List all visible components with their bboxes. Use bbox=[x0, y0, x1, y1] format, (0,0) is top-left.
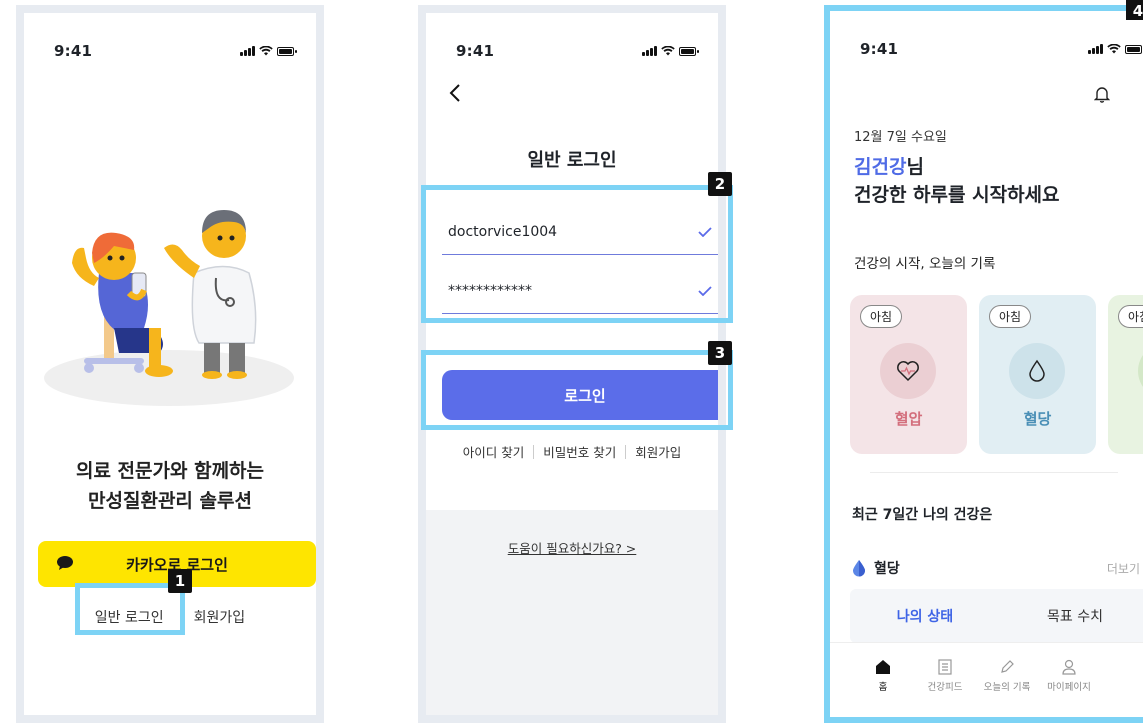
signal-icon bbox=[240, 46, 255, 56]
general-login-link[interactable]: 일반 로그인 bbox=[85, 599, 174, 635]
nav-label: 마이페이지 bbox=[1047, 682, 1091, 693]
headline-line-1: 의료 전문가와 함께하는 bbox=[75, 460, 265, 482]
time-chip: 아침 bbox=[860, 305, 903, 328]
chat-bubble-icon bbox=[57, 556, 73, 570]
nav-today-record[interactable]: 오늘의 기록 bbox=[976, 659, 1038, 717]
document-icon bbox=[938, 659, 952, 675]
status-icons bbox=[1088, 44, 1142, 54]
divider bbox=[533, 444, 535, 459]
time-chip: 아침 bbox=[989, 305, 1032, 328]
login-button[interactable]: 로그인 bbox=[442, 370, 718, 420]
back-arrow-icon[interactable] bbox=[448, 83, 462, 103]
nav-home[interactable]: 홈 bbox=[852, 659, 914, 717]
blood-pressure-card[interactable]: 아침 혈압 bbox=[850, 295, 967, 454]
status-icons bbox=[240, 46, 297, 56]
greeting: 김건강님 건강한 하루를 시작하세요 bbox=[854, 153, 1060, 209]
nav-label: 건강피드 bbox=[927, 682, 963, 693]
home-icon bbox=[876, 660, 890, 674]
tab-my-status[interactable]: 나의 상태 bbox=[850, 606, 1000, 626]
status-bar: 9:41 bbox=[54, 41, 297, 61]
time-chip: 아침 bbox=[1118, 305, 1143, 328]
pencil-icon bbox=[1001, 660, 1014, 673]
status-time: 9:41 bbox=[860, 40, 899, 58]
headline-line-2: 만성질환관리 솔루션 bbox=[88, 490, 252, 512]
status-icons bbox=[642, 46, 699, 56]
divider bbox=[625, 444, 627, 459]
status-time: 9:41 bbox=[456, 42, 495, 60]
step-badge-2: 2 bbox=[708, 172, 732, 196]
id-field[interactable]: doctorvice1004 bbox=[442, 210, 718, 255]
nav-my-page[interactable]: 마이페이지 bbox=[1038, 659, 1100, 717]
battery-icon bbox=[679, 46, 699, 56]
current-date: 12월 7일 수요일 bbox=[854, 130, 947, 145]
check-icon bbox=[698, 227, 712, 237]
recent-health-title: 최근 7일간 나의 건강은 bbox=[852, 507, 993, 523]
doctor-patient-illustration bbox=[44, 210, 294, 406]
find-id-link[interactable]: 아이디 찾기 bbox=[463, 442, 524, 461]
card-label: 혈압 bbox=[894, 410, 923, 428]
bell-icon[interactable] bbox=[1094, 85, 1110, 103]
status-time: 9:41 bbox=[54, 42, 93, 60]
nav-label: 홈 bbox=[878, 682, 888, 693]
card-label: 혈당 bbox=[1023, 410, 1052, 428]
blood-drop-icon bbox=[853, 560, 865, 577]
name-suffix: 님 bbox=[906, 156, 924, 178]
check-icon bbox=[698, 286, 712, 296]
password-field[interactable]: ************ bbox=[442, 269, 718, 314]
water-drop-icon bbox=[1029, 359, 1045, 382]
person-icon bbox=[1062, 659, 1076, 675]
heart-icon bbox=[897, 361, 919, 382]
account-links: 아이디 찾기 비밀번호 찾기 회원가입 bbox=[426, 442, 718, 461]
signup-link[interactable]: 회원가입 bbox=[635, 442, 681, 461]
kakao-login-screen: 9:41 의료 전문가와 함께하는 만성질환관리 솔루션 카카오로 로그인 일반… bbox=[16, 5, 324, 723]
wifi-icon bbox=[1107, 44, 1121, 54]
password-field-value: ************ bbox=[448, 283, 532, 299]
id-field-value: doctorvice1004 bbox=[448, 224, 558, 240]
section-divider bbox=[870, 472, 1118, 473]
nav-health-feed[interactable]: 건강피드 bbox=[914, 659, 976, 717]
page-title: 일반 로그인 bbox=[527, 150, 617, 171]
step-badge-1: 1 bbox=[168, 569, 192, 593]
headline: 의료 전문가와 함께하는 만성질환관리 솔루션 bbox=[24, 456, 316, 516]
wifi-icon bbox=[661, 46, 675, 56]
drop-icon-circle bbox=[1009, 343, 1065, 399]
home-screen: 9:41 12월 7일 수요일 김건강님 건강한 하루를 시작하세요 건강의 시… bbox=[824, 5, 1143, 723]
signal-icon bbox=[1088, 44, 1103, 54]
tab-target-values[interactable]: 목표 수치 bbox=[1000, 606, 1143, 626]
status-bar: 9:41 bbox=[456, 41, 699, 61]
nav-label: 오늘의 기록 bbox=[983, 682, 1031, 693]
blood-sugar-card[interactable]: 아침 혈당 bbox=[979, 295, 1096, 454]
step-badge-4: 4 bbox=[1126, 0, 1143, 20]
status-tabs: 나의 상태 목표 수치 bbox=[850, 589, 1143, 643]
battery-icon bbox=[1125, 44, 1142, 54]
step-badge-3: 3 bbox=[708, 341, 732, 365]
signal-icon bbox=[642, 46, 657, 56]
find-password-link[interactable]: 비밀번호 찾기 bbox=[543, 442, 616, 461]
status-bar: 9:41 bbox=[860, 39, 1142, 59]
login-links: 일반 로그인 회원가입 bbox=[24, 599, 316, 635]
bottom-nav: 홈 건강피드 오늘의 기록 마이페이지 bbox=[830, 642, 1143, 717]
general-login-screen: 9:41 일반 로그인 doctorvice1004 ************ … bbox=[418, 5, 726, 723]
third-record-card[interactable]: 아침 bbox=[1108, 295, 1143, 454]
wifi-icon bbox=[259, 46, 273, 56]
more-link[interactable]: 더보기 bbox=[1107, 560, 1140, 577]
signup-link[interactable]: 회원가입 bbox=[184, 599, 256, 635]
glucose-row: 혈당 더보기 bbox=[852, 558, 1140, 578]
record-icon-circle bbox=[1138, 343, 1143, 399]
glucose-label: 혈당 bbox=[874, 561, 900, 577]
battery-icon bbox=[277, 46, 297, 56]
help-link[interactable]: 도움이 필요하신가요? > bbox=[426, 538, 718, 557]
record-cards: 아침 혈압 아침 혈당 아침 bbox=[850, 295, 1143, 454]
heart-icon-circle bbox=[880, 343, 936, 399]
record-section-title: 건강의 시작, 오늘의 기록 bbox=[854, 256, 996, 272]
greeting-text: 건강한 하루를 시작하세요 bbox=[854, 184, 1060, 206]
user-name: 김건강 bbox=[854, 156, 907, 178]
